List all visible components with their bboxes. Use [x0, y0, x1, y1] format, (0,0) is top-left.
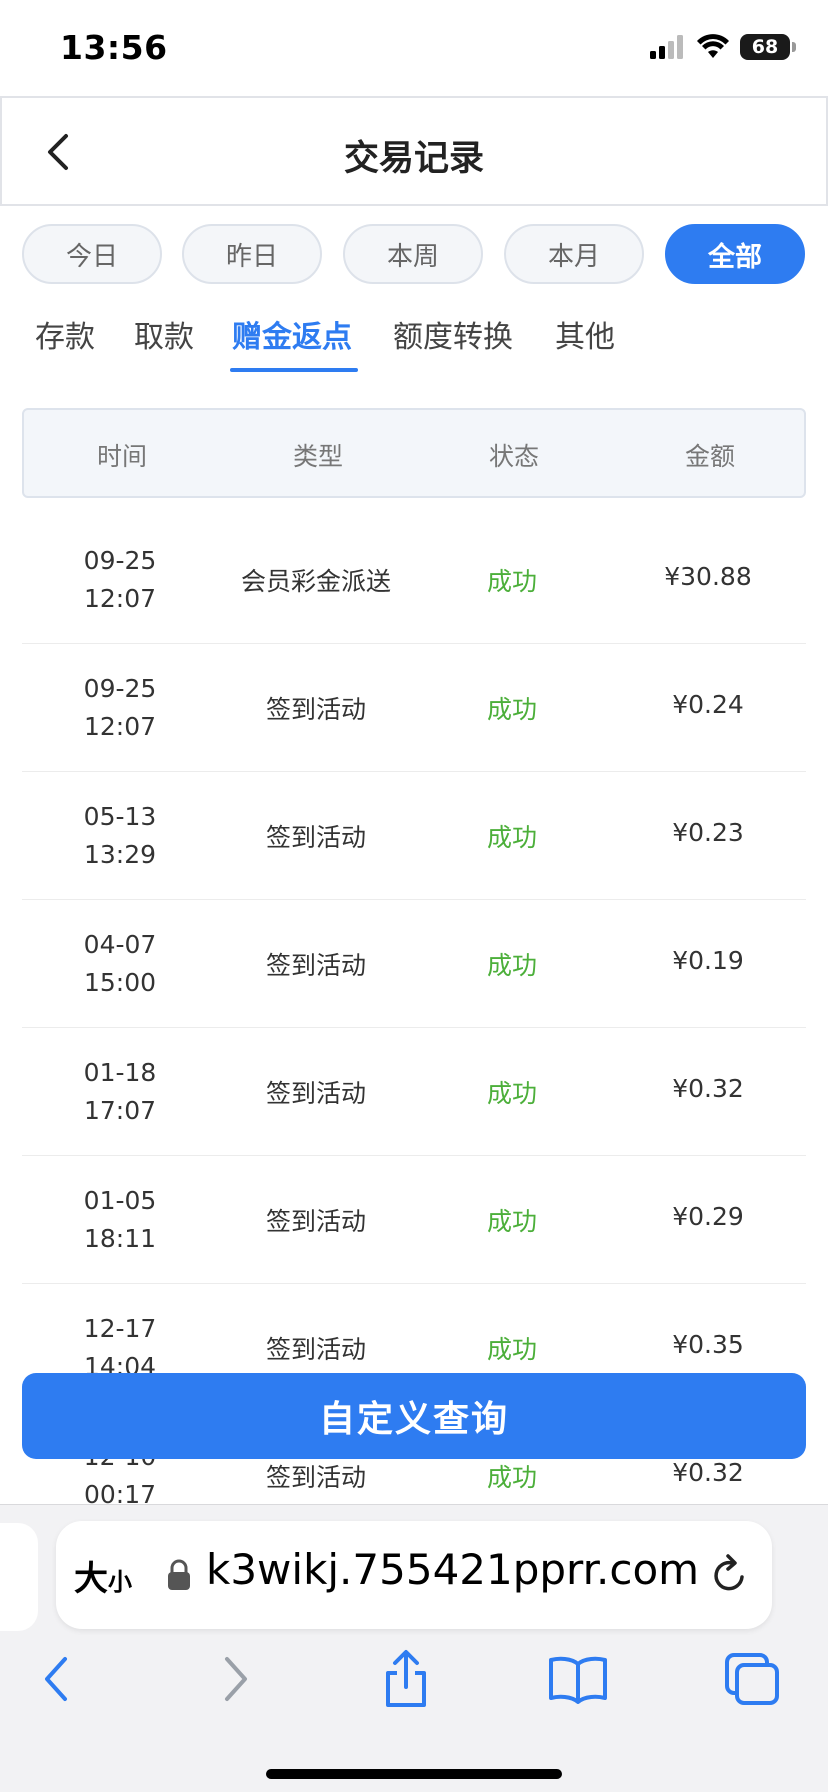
browser-back-button[interactable]: [16, 1639, 96, 1719]
period-filter: 今日 昨日 本周 本月 全部: [22, 224, 806, 286]
wifi-icon: [697, 34, 729, 58]
table-row[interactable]: 01-18 17:07 签到活动 成功 ¥0.32: [22, 1028, 806, 1156]
tab-transfer[interactable]: 额度转换: [393, 312, 513, 356]
row-datetime: 01-18 17:07: [22, 1054, 218, 1130]
row-amount: ¥0.32: [672, 1458, 744, 1487]
reload-icon[interactable]: [710, 1553, 750, 1595]
row-datetime: 09-25 12:07: [22, 542, 218, 618]
row-date: 04-07: [83, 930, 157, 959]
row-date: 12-17: [83, 1314, 157, 1343]
row-status: 成功: [486, 1463, 537, 1492]
row-time: 12:07: [83, 584, 157, 613]
row-type: 签到活动: [265, 1207, 366, 1236]
row-date: 09-25: [83, 674, 157, 703]
row-status: 成功: [486, 951, 537, 980]
period-today-button[interactable]: 今日: [22, 224, 162, 284]
row-date: 01-05: [83, 1186, 157, 1215]
column-header-status: 状态: [488, 442, 539, 471]
tab-deposit[interactable]: 存款: [35, 312, 95, 356]
lock-icon: [168, 1559, 190, 1590]
table-row[interactable]: 04-07 15:00 签到活动 成功 ¥0.19: [22, 900, 806, 1028]
row-type: 签到活动: [265, 1079, 366, 1108]
row-status: 成功: [486, 695, 537, 724]
row-datetime: 01-05 18:11: [22, 1182, 218, 1258]
row-amount: ¥0.23: [672, 818, 744, 847]
text-size-small: 小: [108, 1568, 132, 1596]
column-header-type: 类型: [292, 442, 343, 471]
row-datetime: 05-13 13:29: [22, 798, 218, 874]
row-type: 会员彩金派送: [240, 567, 391, 596]
tab-bonus-rebate[interactable]: 赠金返点: [232, 312, 352, 356]
tab-withdraw[interactable]: 取款: [134, 312, 194, 356]
page: 13:56 68 交易记录 今日 昨日 本周 本月 全部 存款 取款 赠金返点 …: [0, 0, 828, 1792]
category-tabs: 存款 取款 赠金返点 额度转换 其他: [0, 312, 828, 376]
row-time: 15:00: [83, 968, 157, 997]
table-row[interactable]: 09-25 12:07 签到活动 成功 ¥0.24: [22, 644, 806, 772]
page-title: 交易记录: [343, 139, 484, 179]
chevron-left-icon: [45, 1657, 67, 1701]
row-datetime: 04-07 15:00: [22, 926, 218, 1002]
period-all-button[interactable]: 全部: [665, 224, 805, 284]
status-icons: 68: [650, 34, 796, 60]
active-tab-underline: [230, 368, 358, 372]
battery-indicator: 68: [740, 34, 796, 60]
status-bar: 13:56 68: [0, 0, 828, 96]
row-amount: ¥0.19: [672, 946, 744, 975]
row-status: 成功: [486, 1207, 537, 1236]
table-header: 时间 类型 状态 金额: [22, 408, 806, 498]
browser-toolbar: [0, 1639, 828, 1729]
book-icon: [549, 1656, 607, 1704]
custom-query-button[interactable]: 自定义查询: [22, 1373, 806, 1459]
row-status: 成功: [486, 823, 537, 852]
browser-forward-button[interactable]: [196, 1639, 276, 1719]
status-time: 13:56: [60, 28, 168, 67]
table-row[interactable]: 05-13 13:29 签到活动 成功 ¥0.23: [22, 772, 806, 900]
row-time: 18:11: [83, 1224, 157, 1253]
row-amount: ¥0.35: [672, 1330, 744, 1359]
row-time: 17:07: [83, 1096, 157, 1125]
period-yesterday-button[interactable]: 昨日: [182, 224, 322, 284]
previous-tab-preview[interactable]: [0, 1523, 38, 1631]
share-icon: [386, 1650, 426, 1707]
column-header-amount: 金额: [684, 442, 735, 471]
row-date: 01-18: [83, 1058, 157, 1087]
address-bar[interactable]: 大小 k3wikj.755421pprr.com: [56, 1521, 772, 1629]
tabs-icon: [725, 1653, 779, 1705]
period-month-button[interactable]: 本月: [504, 224, 644, 284]
share-button[interactable]: [366, 1639, 446, 1719]
row-type: 签到活动: [265, 1463, 366, 1492]
column-header-time: 时间: [96, 442, 147, 471]
table-row[interactable]: 01-05 18:11 签到活动 成功 ¥0.29: [22, 1156, 806, 1284]
row-status: 成功: [486, 567, 537, 596]
tab-other[interactable]: 其他: [555, 312, 615, 356]
browser-bottom-bar: 大小 k3wikj.755421pprr.com: [0, 1504, 828, 1792]
row-time: 12:07: [83, 712, 157, 741]
row-status: 成功: [486, 1079, 537, 1108]
row-type: 签到活动: [265, 1335, 366, 1364]
row-amount: ¥30.88: [664, 562, 752, 591]
row-amount: ¥0.24: [672, 690, 744, 719]
row-date: 09-25: [83, 546, 157, 575]
page-header: 交易记录: [0, 96, 828, 206]
row-status: 成功: [486, 1335, 537, 1364]
home-indicator: [266, 1769, 562, 1779]
chevron-right-icon: [225, 1657, 247, 1701]
period-week-button[interactable]: 本周: [343, 224, 483, 284]
row-type: 签到活动: [265, 695, 366, 724]
signal-icon: [650, 35, 683, 59]
row-type: 签到活动: [265, 823, 366, 852]
row-time: 13:29: [83, 840, 157, 869]
row-amount: ¥0.32: [672, 1074, 744, 1103]
tabs-button[interactable]: [712, 1639, 792, 1719]
url-text: k3wikj.755421pprr.com: [206, 1545, 700, 1594]
text-size-button[interactable]: 大小: [74, 1551, 132, 1600]
row-type: 签到活动: [265, 951, 366, 980]
text-size-big: 大: [74, 1559, 108, 1599]
bookmarks-button[interactable]: [538, 1639, 618, 1719]
row-date: 05-13: [83, 802, 157, 831]
row-datetime: 09-25 12:07: [22, 670, 218, 746]
table-row[interactable]: 09-25 12:07 会员彩金派送 成功 ¥30.88: [22, 516, 806, 644]
row-amount: ¥0.29: [672, 1202, 744, 1231]
